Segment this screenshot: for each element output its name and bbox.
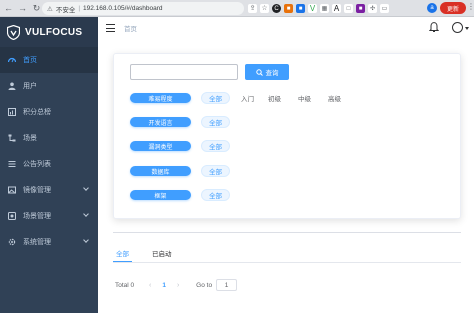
sidebar-item-image-management[interactable]: 镜像管理: [0, 177, 98, 203]
browser-toolbar: ← → ↻ ⚠ 不安全 | 192.168.0.105/#/dashboard …: [0, 0, 474, 17]
chart-icon: [8, 108, 16, 116]
shield-logo-icon: [7, 24, 20, 40]
sidebar-item-scene-management[interactable]: 场景管理: [0, 203, 98, 229]
sidebar-item-label: 场景管理: [23, 213, 51, 220]
filter-tag-database: 数据库: [130, 166, 191, 176]
search-icon: [255, 68, 263, 76]
extension-grid-icon[interactable]: ▦: [320, 4, 329, 13]
extension-puzzle-icon[interactable]: ✣: [368, 4, 377, 13]
extension-vue-icon[interactable]: V: [308, 4, 317, 13]
back-icon[interactable]: ←: [3, 3, 14, 14]
filter-row-vuln-type: 漏洞类型 全部: [130, 140, 230, 152]
url-text: 192.168.0.105/#/dashboard: [83, 5, 163, 12]
extensions-bar: ⇪ ☆ C ■ ■ V ▦ A □ ■ ✣ ▭: [248, 3, 389, 14]
search-input[interactable]: [130, 64, 238, 80]
sidebar-item-label: 首页: [23, 57, 37, 64]
filter-tag-framework: 框架: [130, 190, 191, 200]
sidebar-item-label: 公告列表: [23, 161, 51, 168]
divider: [113, 232, 461, 233]
filter-option-beginner[interactable]: 初级: [268, 92, 281, 104]
sidebar-item-label: 用户: [23, 83, 37, 90]
more-menu-icon[interactable]: ⋮: [467, 2, 474, 11]
pagination-goto-input[interactable]: 1: [216, 279, 238, 291]
pagination-goto-label: Go to: [196, 281, 213, 289]
filter-card: 查询 难易程度 全部 入门 初级 中级 高级 开发语言 全部 漏洞类型 全部 数…: [113, 53, 461, 219]
filter-tag-vuln-type: 漏洞类型: [130, 141, 191, 151]
reload-icon[interactable]: ↻: [31, 3, 42, 14]
filter-tag-difficulty: 难易程度: [130, 93, 191, 103]
extension-orange-icon[interactable]: ■: [284, 4, 293, 13]
breadcrumb[interactable]: 首页: [124, 23, 137, 33]
filter-tag-language: 开发语言: [130, 117, 191, 127]
tab-all[interactable]: 全部: [113, 245, 132, 262]
profile-avatar[interactable]: a: [427, 3, 437, 13]
hamburger-icon[interactable]: [106, 24, 115, 32]
search-button-label: 查询: [265, 70, 279, 77]
main-content: 查询 难易程度 全部 入门 初级 中级 高级 开发语言 全部 漏洞类型 全部 数…: [98, 39, 474, 313]
chevron-right-icon[interactable]: ›: [173, 282, 183, 289]
list-icon: [8, 160, 16, 168]
tree-icon: [8, 134, 16, 142]
sidebar-item-home[interactable]: 首页: [0, 47, 98, 73]
extension-c-icon[interactable]: C: [272, 4, 281, 13]
filter-row-language: 开发语言 全部: [130, 116, 230, 128]
tab-bar: 全部 已启动: [113, 245, 192, 262]
user-icon: [8, 82, 16, 90]
sidebar-item-label: 系统管理: [23, 239, 51, 246]
chevron-down-icon: [83, 237, 89, 243]
filter-row-database: 数据库 全部: [130, 165, 230, 177]
tab-started[interactable]: 已启动: [149, 245, 175, 261]
address-separator: |: [78, 5, 81, 12]
filter-option-all[interactable]: 全部: [201, 140, 230, 152]
settings-icon: [8, 238, 16, 246]
dashboard-icon: [8, 56, 16, 64]
extension-blue-icon[interactable]: ■: [296, 4, 305, 13]
brand[interactable]: VULFOCUS: [0, 17, 98, 47]
sidebar-item-leaderboard[interactable]: 积分总榜: [0, 99, 98, 125]
filter-row-difficulty: 难易程度 全部 入门 初级 中级 高级: [130, 92, 341, 104]
avatar[interactable]: [452, 22, 463, 33]
filter-row-framework: 框架 全部: [130, 189, 230, 201]
image-icon: [8, 186, 16, 194]
sidebar-item-label: 积分总榜: [23, 109, 51, 116]
caret-down-icon[interactable]: [465, 27, 469, 30]
filter-option-entry[interactable]: 入门: [241, 92, 254, 104]
filter-option-advanced[interactable]: 高级: [328, 92, 341, 104]
sidebar-item-announcements[interactable]: 公告列表: [0, 151, 98, 177]
sidebar-item-label: 镜像管理: [23, 187, 51, 194]
filter-option-all[interactable]: 全部: [201, 165, 230, 177]
address-bar[interactable]: ⚠ 不安全 | 192.168.0.105/#/dashboard: [42, 2, 244, 15]
update-button[interactable]: 更新: [440, 2, 466, 14]
tabs-underline: [113, 262, 461, 263]
extension-box-icon[interactable]: □: [344, 4, 353, 13]
warning-icon: ⚠: [47, 5, 53, 13]
chevron-down-icon: [83, 185, 89, 191]
search-button[interactable]: 查询: [245, 64, 289, 80]
pagination-current-page[interactable]: 1: [155, 282, 173, 289]
bookmark-star-icon[interactable]: ☆: [260, 4, 269, 13]
security-label: 不安全: [55, 6, 76, 14]
brand-title: VULFOCUS: [25, 26, 83, 38]
share-icon[interactable]: ⇪: [248, 4, 257, 13]
sidebar-item-scenes[interactable]: 场景: [0, 125, 98, 151]
filter-option-all[interactable]: 全部: [201, 92, 230, 104]
filter-option-intermediate[interactable]: 中级: [298, 92, 311, 104]
pagination: Total 0 ‹ 1 › Go to 1: [115, 278, 238, 292]
filter-option-all[interactable]: 全部: [201, 116, 230, 128]
chevron-down-icon: [83, 211, 89, 217]
top-navbar: 首页: [98, 17, 474, 39]
scene-icon: [8, 212, 16, 220]
extension-purple-icon[interactable]: ■: [356, 4, 365, 13]
sidebar-item-users[interactable]: 用户: [0, 73, 98, 99]
sidebar-item-system-management[interactable]: 系统管理: [0, 229, 98, 255]
filter-option-all[interactable]: 全部: [201, 189, 230, 201]
pagination-total: Total 0: [115, 281, 135, 289]
bell-icon[interactable]: [429, 21, 439, 33]
sidebar: VULFOCUS 首页 用户 积分总榜 场景 公告列表 镜像管理 场景管理 系统…: [0, 17, 98, 313]
reading-list-icon[interactable]: ▭: [380, 4, 389, 13]
chevron-left-icon[interactable]: ‹: [145, 282, 155, 289]
sidebar-item-label: 场景: [23, 135, 37, 142]
forward-icon[interactable]: →: [17, 3, 28, 14]
extension-a-icon[interactable]: A: [332, 4, 341, 13]
